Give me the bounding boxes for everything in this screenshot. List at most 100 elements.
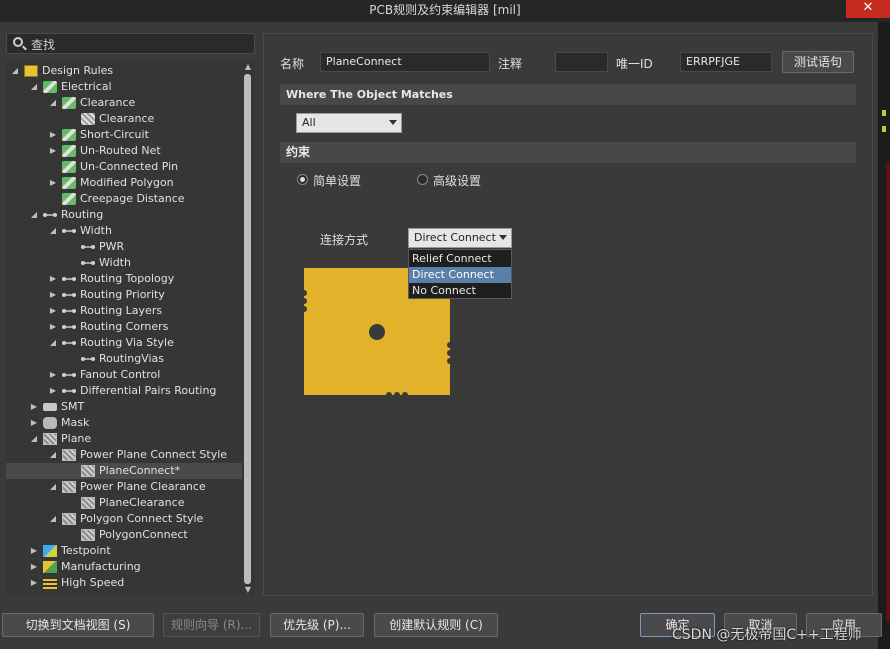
expand-arrow-icon[interactable]: ▶ [48, 319, 58, 335]
pad-notch [386, 392, 392, 398]
tree-scrollbar[interactable]: ▲ ▼ [243, 62, 253, 595]
tree-item-label: Routing Priority [80, 288, 165, 301]
marker-icon [882, 126, 886, 132]
close-icon[interactable]: ✕ [846, 0, 890, 18]
tree-item[interactable]: PWR [6, 239, 242, 255]
tree-item[interactable]: ▶ Routing Topology [6, 271, 242, 287]
mask-rule-icon [43, 417, 57, 429]
route-rule-icon [81, 353, 95, 365]
tree-item-label: Width [99, 256, 131, 269]
rules-editor-window: PCB规则及约束编辑器 [mil] ✕ 查找 ◢ Design Rules ◢ Ele… [0, 0, 890, 649]
collapse-arrow-icon[interactable]: ◢ [48, 479, 58, 495]
expand-arrow-icon[interactable]: ▶ [48, 383, 58, 399]
tree-item[interactable]: ▶ Testpoint [6, 543, 242, 559]
expand-arrow-icon[interactable]: ▶ [29, 559, 39, 575]
tree-item[interactable]: RoutingVias [6, 351, 242, 367]
search-input[interactable]: 查找 [6, 33, 255, 54]
tree-item[interactable]: ◢ Power Plane Clearance [6, 479, 242, 495]
collapse-arrow-icon[interactable]: ◢ [48, 223, 58, 239]
tree-item[interactable]: ◢ Electrical [6, 79, 242, 95]
collapse-arrow-icon[interactable]: ◢ [48, 95, 58, 111]
tree-item[interactable]: PolygonConnect [6, 527, 242, 543]
collapse-arrow-icon[interactable]: ◢ [10, 63, 20, 79]
tree-item[interactable]: ▶ Differential Pairs Routing [6, 383, 242, 399]
tree-item[interactable]: ▶ SMT [6, 399, 242, 415]
tree-item[interactable]: Un-Connected Pin [6, 159, 242, 175]
comment-field[interactable] [555, 52, 608, 72]
connect-option[interactable]: No Connect [409, 283, 511, 299]
smt-rule-icon [43, 403, 57, 411]
expand-arrow-icon[interactable]: ▶ [29, 575, 39, 591]
connect-style-dropdown[interactable]: Direct Connect [408, 228, 512, 248]
expand-arrow-icon[interactable]: ▶ [48, 143, 58, 159]
expand-arrow-icon[interactable]: ▶ [48, 303, 58, 319]
connect-style-menu: Relief Connect Direct Connect No Connect [408, 249, 512, 299]
tree-item[interactable]: ◢ Polygon Connect Style [6, 511, 242, 527]
rule-wizard-button[interactable]: 规则向导 (R)... [163, 613, 260, 637]
scroll-up-icon[interactable]: ▲ [243, 62, 253, 72]
test-query-button[interactable]: 测试语句 [782, 51, 854, 73]
expand-arrow-icon[interactable]: ▶ [29, 399, 39, 415]
tree-item-label: Routing Corners [80, 320, 169, 333]
expand-arrow-icon[interactable]: ▶ [29, 543, 39, 559]
tree-item[interactable]: Width [6, 255, 242, 271]
expand-arrow-icon[interactable]: ▶ [48, 175, 58, 191]
tree-item[interactable]: ▶ Routing Corners [6, 319, 242, 335]
pad-notch [301, 290, 307, 296]
tree-item-label: PWR [99, 240, 125, 253]
tree-item[interactable]: PlaneClearance [6, 495, 242, 511]
uid-field[interactable]: ERRPFJGE [680, 52, 772, 72]
tree-item[interactable]: ◢ Design Rules [6, 63, 242, 79]
name-field[interactable]: PlaneConnect [320, 52, 490, 72]
document-view-button[interactable]: 切换到文档视图 (S) [2, 613, 154, 637]
route-rule-icon [62, 369, 76, 381]
expand-arrow-icon[interactable]: ▶ [48, 367, 58, 383]
tree-item[interactable]: ◢ Width [6, 223, 242, 239]
create-default-rules-button[interactable]: 创建默认规则 (C) [374, 613, 498, 637]
scroll-thumb[interactable] [244, 74, 251, 584]
collapse-arrow-icon[interactable]: ◢ [29, 79, 39, 95]
tree-item[interactable]: ▶ Manufacturing [6, 559, 242, 575]
plane-rule-icon [81, 529, 95, 541]
tree-item-label: High Speed [61, 576, 125, 589]
background-region [886, 162, 890, 622]
collapse-arrow-icon[interactable]: ◢ [48, 511, 58, 527]
tree-item[interactable]: ◢ Power Plane Connect Style [6, 447, 242, 463]
tree-item[interactable]: Creepage Distance [6, 191, 242, 207]
tree-item[interactable]: ▶ Un-Routed Net [6, 143, 242, 159]
tree-item[interactable]: ▶ High Speed [6, 575, 242, 591]
connect-option[interactable]: Direct Connect [409, 267, 511, 283]
rule-rule-icon [62, 161, 76, 173]
collapse-arrow-icon[interactable]: ◢ [29, 207, 39, 223]
tree-item[interactable]: ▶ Fanout Control [6, 367, 242, 383]
tree-item[interactable]: ◢ Routing [6, 207, 242, 223]
collapse-arrow-icon[interactable]: ◢ [48, 335, 58, 351]
tree-item[interactable]: ▶ Routing Priority [6, 287, 242, 303]
tree-item[interactable]: ▶ Modified Polygon [6, 175, 242, 191]
expand-arrow-icon[interactable]: ▶ [48, 271, 58, 287]
connect-option[interactable]: Relief Connect [409, 251, 511, 267]
tree-item[interactable]: ▶ Short-Circuit [6, 127, 242, 143]
tree-item[interactable]: ◢ Clearance [6, 95, 242, 111]
tree-item[interactable]: Clearance [6, 111, 242, 127]
expand-arrow-icon[interactable]: ▶ [48, 127, 58, 143]
advanced-mode-radio[interactable] [417, 174, 428, 185]
priority-button[interactable]: 优先级 (P)... [270, 613, 364, 637]
collapse-arrow-icon[interactable]: ◢ [48, 447, 58, 463]
test-rule-icon [43, 545, 57, 557]
simple-mode-radio[interactable] [297, 174, 308, 185]
simple-mode-label[interactable]: 简单设置 [313, 172, 361, 189]
scroll-down-icon[interactable]: ▼ [243, 585, 253, 595]
collapse-arrow-icon[interactable]: ◢ [29, 431, 39, 447]
tree-item[interactable]: ◢ Routing Via Style [6, 335, 242, 351]
expand-arrow-icon[interactable]: ▶ [48, 287, 58, 303]
expand-arrow-icon[interactable]: ▶ [29, 415, 39, 431]
tree-item[interactable]: PlaneConnect* [6, 463, 242, 479]
pad-notch [301, 306, 307, 312]
advanced-mode-label[interactable]: 高级设置 [433, 172, 481, 189]
scope-dropdown[interactable]: All [296, 113, 402, 133]
tree-item[interactable]: ▶ Mask [6, 415, 242, 431]
tree-item[interactable]: ▶ Routing Layers [6, 303, 242, 319]
tree-item[interactable]: ◢ Plane [6, 431, 242, 447]
constraints-section-header: 约束 [280, 142, 856, 163]
